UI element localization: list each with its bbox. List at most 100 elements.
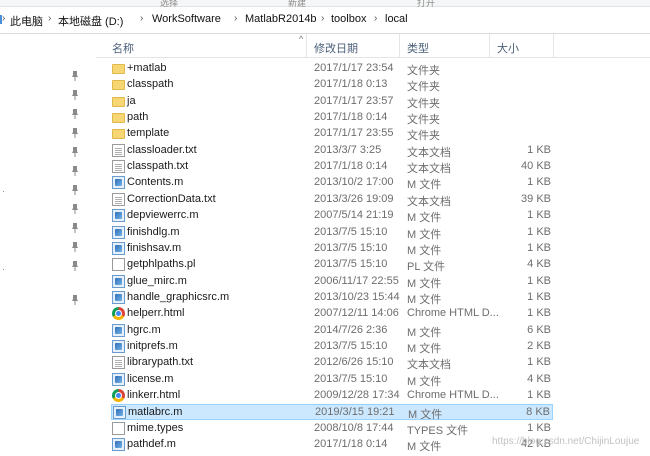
matlab-file-icon xyxy=(112,242,125,255)
file-name: +matlab xyxy=(127,62,167,74)
file-modified-date: 2012/6/26 15:10 xyxy=(314,356,394,368)
breadcrumb-separator[interactable]: › xyxy=(48,13,51,24)
file-row[interactable]: ja 2017/1/17 23:57 文件夹 xyxy=(111,94,553,110)
file-row[interactable]: finishsav.m 2013/7/5 15:10 M 文件 1 KB xyxy=(111,241,553,257)
column-divider[interactable] xyxy=(553,34,554,58)
pin-icon[interactable] xyxy=(71,71,79,81)
file-type: 文件夹 xyxy=(407,98,440,110)
file-row[interactable]: classloader.txt 2013/3/7 3:25 文本文档 1 KB xyxy=(111,143,553,159)
chrome-html-icon xyxy=(112,307,125,320)
folder-icon xyxy=(112,113,125,123)
file-row[interactable]: glue_mirc.m 2006/11/17 22:55 M 文件 1 KB xyxy=(111,274,553,290)
pin-icon[interactable] xyxy=(71,109,79,119)
file-size: 1 KB xyxy=(527,275,551,287)
breadcrumb-local[interactable]: local xyxy=(385,13,408,25)
pin-icon[interactable] xyxy=(71,204,79,214)
matlab-file-icon xyxy=(112,438,125,451)
breadcrumb-matlabr2014b[interactable]: MatlabR2014b xyxy=(245,13,317,25)
file-modified-date: 2013/7/5 15:10 xyxy=(314,340,388,352)
file-modified-date: 2017/1/18 0:14 xyxy=(314,111,388,123)
file-type: 文本文档 xyxy=(407,147,451,159)
file-modified-date: 2013/10/2 17:00 xyxy=(314,176,394,188)
column-header-row: ^ 名称 修改日期 类型 大小 xyxy=(96,34,650,58)
breadcrumb-separator[interactable]: › xyxy=(374,13,377,24)
navigation-pane[interactable]: · · xyxy=(0,34,96,456)
breadcrumb-separator[interactable]: › xyxy=(140,13,143,24)
file-name: depviewerrc.m xyxy=(127,209,199,221)
file-row[interactable]: librarypath.txt 2012/6/26 15:10 文本文档 1 KB xyxy=(111,355,553,371)
pin-icon[interactable] xyxy=(71,242,79,252)
column-divider[interactable] xyxy=(489,34,490,58)
pin-icon[interactable] xyxy=(71,147,79,157)
column-header-type[interactable]: 类型 xyxy=(407,40,429,56)
column-header-name[interactable]: 名称 xyxy=(112,40,134,56)
breadcrumb-separator[interactable]: › xyxy=(321,13,324,24)
breadcrumb-worksoftware[interactable]: WorkSoftware xyxy=(152,13,221,25)
pin-icon[interactable] xyxy=(71,261,79,271)
file-type: 文件夹 xyxy=(407,130,440,142)
file-size: 1 KB xyxy=(527,144,551,156)
file-row[interactable]: template 2017/1/17 23:55 文件夹 xyxy=(111,126,553,142)
pin-icon[interactable] xyxy=(71,185,79,195)
file-size: 1 KB xyxy=(527,422,551,434)
file-row[interactable]: handle_graphicsrc.m 2013/10/23 15:44 M 文件 1… xyxy=(111,290,553,306)
file-name: Contents.m xyxy=(127,176,184,188)
matlab-file-icon xyxy=(112,373,125,386)
file-name: matlabrc.m xyxy=(128,406,183,418)
file-name: finishdlg.m xyxy=(127,226,180,238)
column-header-size[interactable]: 大小 xyxy=(497,40,519,56)
file-row[interactable]: path 2017/1/18 0:14 文件夹 xyxy=(111,110,553,126)
breadcrumb-separator[interactable]: › xyxy=(234,13,237,24)
column-header-date[interactable]: 修改日期 xyxy=(314,40,358,56)
file-name: ja xyxy=(127,95,136,107)
file-row[interactable]: getphlpaths.pl 2013/7/5 15:10 PL 文件 4 KB xyxy=(111,257,553,273)
file-row[interactable]: linkerr.html 2009/12/28 17:34 Chrome HTML … xyxy=(111,388,553,404)
file-size: 1 KB xyxy=(527,176,551,188)
file-row[interactable]: depviewerrc.m 2007/5/14 21:19 M 文件 1 KB xyxy=(111,208,553,224)
address-bar[interactable]: › 此电脑 › 本地磁盘 (D:) › WorkSoftware › Matla… xyxy=(0,7,650,34)
column-divider[interactable] xyxy=(306,34,307,58)
file-type: M 文件 xyxy=(408,409,443,421)
pin-icon[interactable] xyxy=(71,90,79,100)
pin-icon[interactable] xyxy=(71,166,79,176)
file-row[interactable]: helperr.html 2007/12/11 14:06 Chrome HTML … xyxy=(111,306,553,322)
breadcrumb-separator[interactable]: › xyxy=(2,13,5,24)
pin-icon[interactable] xyxy=(71,128,79,138)
file-modified-date: 2013/7/5 15:10 xyxy=(314,258,388,270)
file-type: 文件夹 xyxy=(407,114,440,126)
file-row[interactable]: finishdlg.m 2013/7/5 15:10 M 文件 1 KB xyxy=(111,225,553,241)
file-row[interactable]: matlabrc.m 2019/3/15 19:21 M 文件 8 KB xyxy=(111,404,553,421)
folder-icon xyxy=(112,64,125,74)
breadcrumb-toolbox[interactable]: toolbox xyxy=(331,13,366,25)
file-type: 文件夹 xyxy=(407,65,440,77)
file-row[interactable]: +matlab 2017/1/17 23:54 文件夹 xyxy=(111,61,553,77)
file-row[interactable]: classpath 2017/1/18 0:13 文件夹 xyxy=(111,77,553,93)
column-divider[interactable] xyxy=(399,34,400,58)
text-file-icon xyxy=(112,193,125,206)
file-size: 1 KB xyxy=(527,307,551,319)
file-row[interactable]: CorrectionData.txt 2013/3/26 19:09 文本文档 39 … xyxy=(111,192,553,208)
ribbon-strip: 选择 新建 打开 xyxy=(0,0,650,8)
breadcrumb-this-pc[interactable]: 此电脑 xyxy=(10,13,43,29)
file-row[interactable]: classpath.txt 2017/1/18 0:14 文本文档 40 KB xyxy=(111,159,553,175)
file-row[interactable]: initprefs.m 2013/7/5 15:10 M 文件 2 KB xyxy=(111,339,553,355)
file-row[interactable]: hgrc.m 2014/7/26 2:36 M 文件 6 KB xyxy=(111,323,553,339)
folder-icon xyxy=(112,80,125,90)
file-row[interactable]: license.m 2013/7/5 15:10 M 文件 4 KB xyxy=(111,372,553,388)
file-row[interactable]: pathdef.m 2017/1/18 0:14 M 文件 42 KB xyxy=(111,437,553,453)
pin-icon[interactable] xyxy=(71,295,79,305)
pin-icon[interactable] xyxy=(71,223,79,233)
folder-icon xyxy=(112,97,125,107)
file-modified-date: 2017/1/17 23:57 xyxy=(314,95,394,107)
file-modified-date: 2013/7/5 15:10 xyxy=(314,226,388,238)
breadcrumb-drive-d[interactable]: 本地磁盘 (D:) xyxy=(58,13,123,29)
file-size: 1 KB xyxy=(527,242,551,254)
matlab-file-icon xyxy=(112,226,125,239)
file-row[interactable]: Contents.m 2013/10/2 17:00 M 文件 1 KB xyxy=(111,175,553,191)
chrome-html-icon xyxy=(112,389,125,402)
file-type: 文本文档 xyxy=(407,163,451,175)
file-modified-date: 2009/12/28 17:34 xyxy=(314,389,400,401)
file-modified-date: 2017/1/18 0:14 xyxy=(314,438,388,450)
file-name: pathdef.m xyxy=(127,438,176,450)
file-row[interactable]: mime.types 2008/10/8 17:44 TYPES 文件 1 KB xyxy=(111,421,553,437)
